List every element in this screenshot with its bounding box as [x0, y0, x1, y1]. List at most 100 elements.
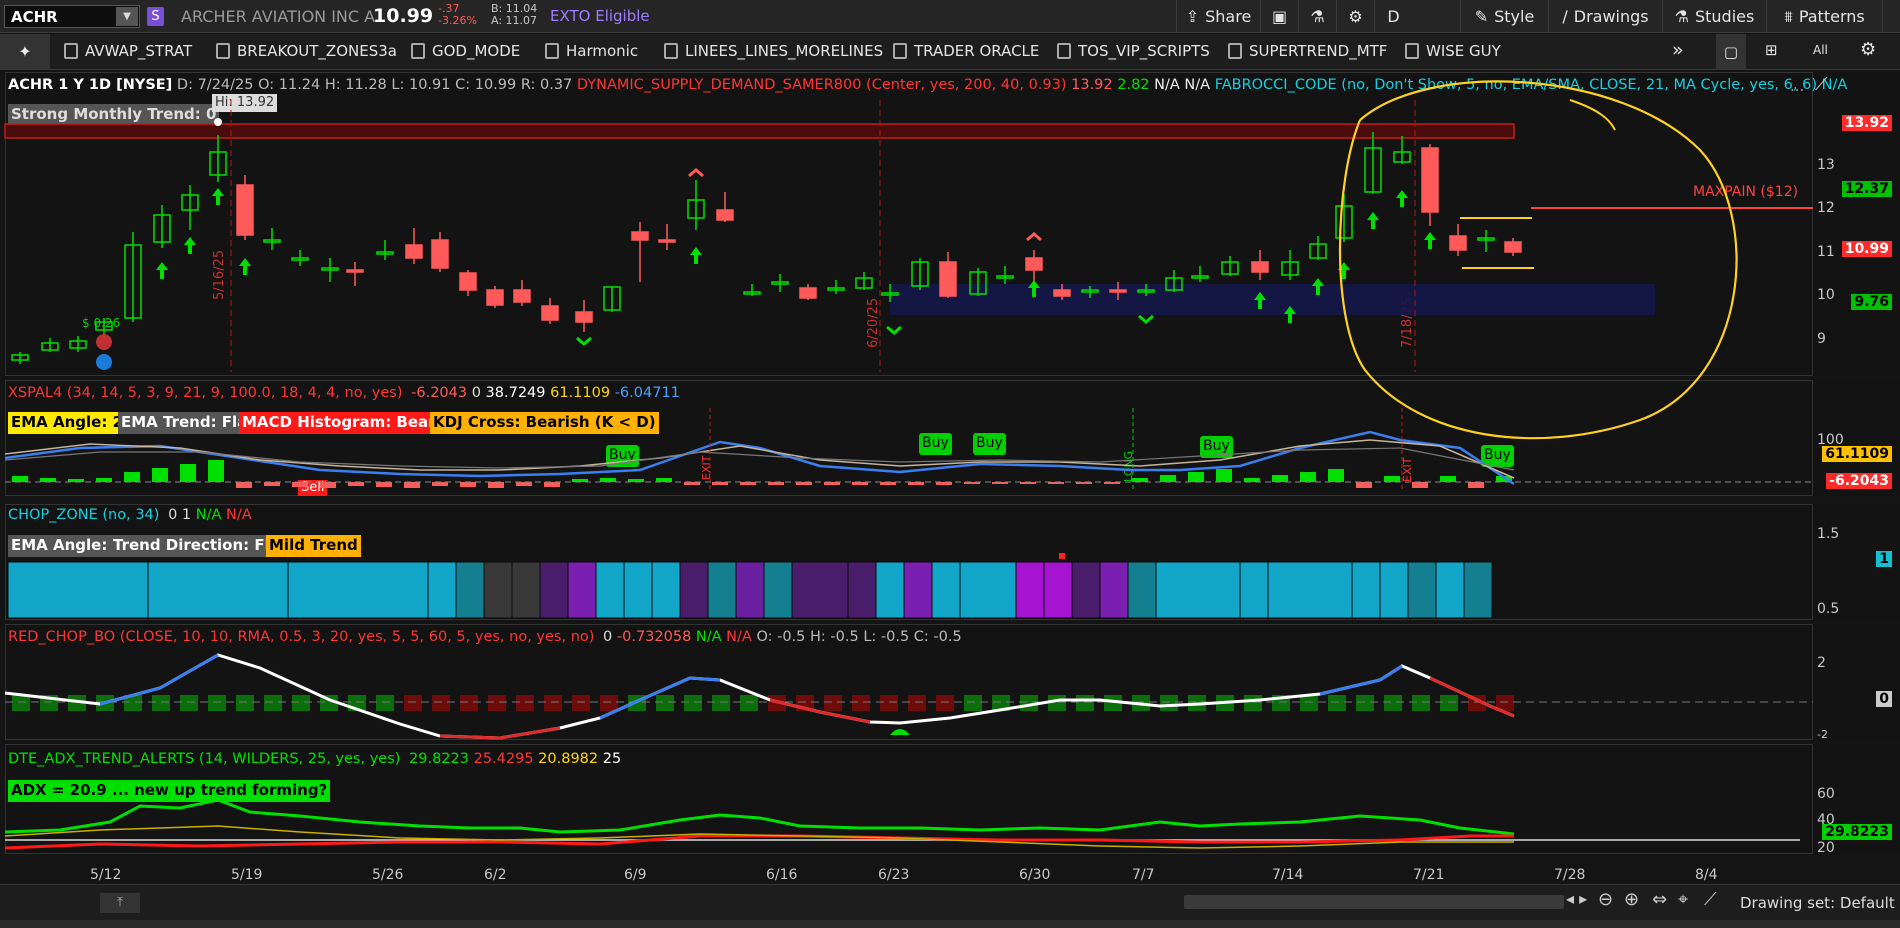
- redchop-square-30: [852, 695, 870, 711]
- up-arrow-12: [1424, 232, 1436, 249]
- redchop-square-31: [880, 695, 898, 711]
- redchop-square-32: [908, 695, 926, 711]
- chop-block-32: [1407, 561, 1437, 619]
- redchop-square-46: [1300, 695, 1318, 711]
- chop-block-0: [7, 561, 149, 619]
- redchop-square-47: [1328, 695, 1346, 711]
- xspal-bar-4: [124, 472, 140, 482]
- chop-block-4: [455, 561, 485, 619]
- candle-body-22: [631, 231, 649, 241]
- chop-block-28: [1239, 561, 1269, 619]
- xspal-bar-44: [1244, 478, 1260, 482]
- chop-block-17: [847, 561, 877, 619]
- up-arrow-11: [1396, 190, 1408, 207]
- xspal-bar-41: [1160, 475, 1176, 482]
- xspal-bar-8: [236, 482, 252, 488]
- xspal-bar-46: [1300, 472, 1316, 482]
- chop-block-13: [707, 561, 737, 619]
- earnings-dot: [96, 334, 112, 350]
- redchop-square-7: [208, 695, 226, 711]
- candle-body-36: [1025, 257, 1043, 271]
- xspal-bar-51: [1440, 476, 1456, 482]
- xspal-bar-12: [348, 482, 364, 486]
- xspal-bar-19: [544, 482, 560, 487]
- xspal-gray-line: [4, 447, 1515, 471]
- redchop-square-51: [1440, 695, 1458, 711]
- chop-block-14: [735, 561, 765, 619]
- chevron-4: [1138, 314, 1154, 324]
- redchop-square-6: [180, 695, 198, 711]
- chop-block-8: [567, 561, 597, 619]
- redchop-square-23: [656, 695, 674, 711]
- candle-body-20: [575, 311, 593, 323]
- chop-block-7: [539, 561, 569, 619]
- redchop-square-49: [1384, 695, 1402, 711]
- chop-block-11: [651, 561, 681, 619]
- candle-body-53: [1504, 241, 1522, 253]
- hi-dot: [214, 118, 222, 126]
- up-arrow-4: [690, 247, 702, 264]
- candle-body-50: [1421, 147, 1439, 213]
- redchop-square-19: [544, 695, 562, 711]
- chevron-0: [688, 168, 704, 178]
- redchop-square-0: [12, 695, 30, 711]
- chop-block-18: [875, 561, 905, 619]
- up-arrow-1: [184, 237, 196, 254]
- candle-body-17: [486, 289, 504, 306]
- candle-body-8: [236, 184, 254, 236]
- chop-red-dot: [1059, 553, 1065, 559]
- candle-body-18: [513, 289, 531, 303]
- chevron-2: [576, 336, 592, 346]
- chop-block-27: [1155, 561, 1241, 619]
- chop-block-5: [483, 561, 513, 619]
- candle-body-33: [939, 261, 957, 297]
- chop-block-6: [511, 561, 541, 619]
- xspal-bar-49: [1384, 476, 1400, 482]
- chop-block-10: [623, 561, 653, 619]
- candle-body-51: [1449, 235, 1467, 251]
- xspal-bar-45: [1272, 475, 1288, 482]
- xspal-bar-23: [656, 478, 672, 482]
- candle-body-28: [799, 287, 817, 299]
- redchop-square-16: [460, 695, 478, 711]
- adx-green-line: [4, 798, 1515, 836]
- xspal-bar-40: [1132, 478, 1148, 482]
- redchop-square-33: [936, 695, 954, 711]
- candle-body-16: [459, 272, 477, 291]
- redchop-square-8: [236, 695, 254, 711]
- xspal-bar-21: [600, 478, 616, 482]
- candle-body-37: [1053, 289, 1071, 297]
- xspal-bar-11: [320, 482, 336, 488]
- chop-block-3: [427, 561, 457, 619]
- xspal-bar-3: [96, 478, 112, 482]
- chop-block-21: [959, 561, 1017, 619]
- xspal-tan-line: [4, 439, 1515, 479]
- chop-block-9: [595, 561, 625, 619]
- xspal-bar-7: [208, 460, 224, 482]
- redchop-square-44: [1244, 695, 1262, 711]
- xspal-bar-17: [488, 482, 504, 488]
- redchop-square-21: [600, 695, 618, 711]
- candle-body-44: [1251, 261, 1269, 273]
- chop-block-16: [791, 561, 849, 619]
- chart-graphics: [4, 80, 1813, 850]
- redchop-square-34: [964, 695, 982, 711]
- xspal-bar-50: [1412, 482, 1428, 488]
- xspal-bar-9: [264, 482, 280, 486]
- chevron-3: [886, 325, 902, 335]
- redchop-square-25: [712, 695, 730, 711]
- xspal-bar-43: [1216, 469, 1232, 482]
- xspal-bar-1: [40, 478, 56, 482]
- redchop-red-seg-1: [439, 726, 561, 740]
- xspal-bar-48: [1356, 482, 1372, 488]
- redchop-square-13: [376, 695, 394, 711]
- chop-block-29: [1267, 561, 1353, 619]
- redchop-square-17: [488, 695, 506, 711]
- xspal-bar-6: [180, 464, 196, 482]
- candle-body-19: [541, 305, 559, 321]
- chop-block-1: [147, 561, 289, 619]
- up-arrow-10: [1367, 212, 1379, 229]
- xspal-bar-15: [432, 482, 448, 486]
- xspal-bar-14: [404, 482, 420, 488]
- redchop-square-10: [292, 695, 310, 711]
